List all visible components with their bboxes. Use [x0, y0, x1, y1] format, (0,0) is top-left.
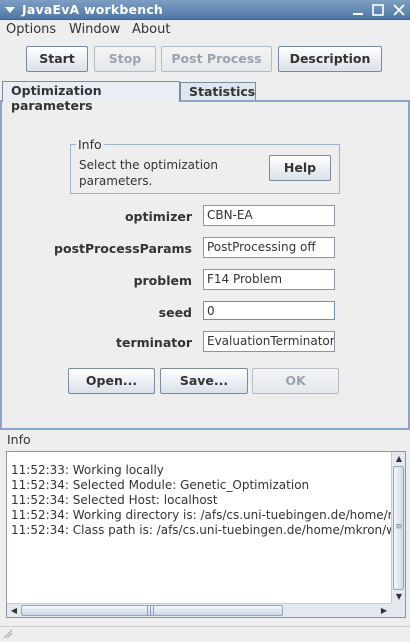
optimizer-field[interactable]: CBN-EA [203, 205, 335, 226]
window-menu-icon[interactable] [3, 3, 17, 17]
close-icon[interactable] [391, 2, 407, 18]
menu-bar: Options Window About [0, 20, 410, 41]
horizontal-scroll-thumb[interactable]: ||| [21, 605, 283, 616]
scroll-up-icon[interactable]: ▲ [393, 453, 405, 465]
scroll-down-icon[interactable]: ▼ [393, 591, 405, 603]
seed-label: seed [158, 305, 192, 320]
save-button[interactable]: Save... [160, 368, 248, 394]
tab-optimization-parameters[interactable]: Optimization parameters [2, 81, 180, 113]
title-bar[interactable]: JavaEvA workbench [0, 0, 410, 20]
log-line: 11:52:34: Selected Module: Genetic_Optim… [11, 478, 310, 492]
scroll-left-icon[interactable]: ◀ [8, 605, 20, 617]
horizontal-scrollbar[interactable]: ◀ ||| ▶ [7, 603, 393, 617]
status-bar [0, 626, 410, 642]
open-button[interactable]: Open... [68, 368, 155, 394]
seed-input[interactable]: 0 [203, 301, 335, 320]
vertical-scrollbar[interactable]: ▲ ≡ ▼ [391, 452, 405, 604]
info-group-legend: Info [76, 137, 104, 152]
log-text-area[interactable]: 11:52:33: Working locally 11:52:34: Sele… [6, 451, 406, 618]
post-process-params-field[interactable]: PostProcessing off [203, 237, 335, 258]
stop-button[interactable]: Stop [94, 46, 156, 72]
log-line: 11:52:34: Class path is: /afs/cs.uni-tue… [11, 523, 406, 537]
optimizer-label: optimizer [124, 209, 192, 224]
log-line: 11:52:33: Working locally [11, 463, 164, 477]
log-line: 11:52:34: Selected Host: localhost [11, 493, 218, 507]
problem-field[interactable]: F14 Problem [203, 269, 335, 290]
problem-label: problem [133, 273, 192, 288]
menu-about[interactable]: About [132, 22, 170, 37]
help-button[interactable]: Help [269, 155, 331, 181]
vertical-scroll-thumb[interactable]: ≡ [393, 466, 404, 590]
tab-statistics[interactable]: Statistics [180, 82, 256, 101]
info-group: Info Select the optimization parameters.… [70, 137, 340, 194]
terminator-field[interactable]: EvaluationTerminator [203, 331, 335, 352]
info-description: Select the optimization parameters. [79, 158, 219, 188]
grip-icon: ≡ [395, 522, 403, 532]
info-log-panel: Info 11:52:33: Working locally 11:52:34:… [0, 430, 410, 620]
terminator-label: terminator [116, 335, 192, 350]
ok-button[interactable]: OK [252, 368, 339, 394]
post-process-button[interactable]: Post Process [161, 46, 272, 72]
optimization-parameters-panel: Info Select the optimization parameters.… [0, 100, 410, 430]
tab-strip: Optimization parameters Statistics [0, 81, 410, 113]
info-log-legend: Info [7, 432, 31, 447]
grip-icon: ||| [146, 606, 156, 616]
scroll-corner [391, 603, 405, 617]
menu-window[interactable]: Window [69, 22, 120, 37]
window-title: JavaEvA workbench [22, 2, 164, 17]
maximize-icon[interactable] [370, 2, 386, 18]
menu-options[interactable]: Options [6, 22, 56, 37]
minimize-icon[interactable] [350, 2, 366, 18]
description-button[interactable]: Description [278, 46, 382, 72]
resize-grip-icon[interactable] [3, 629, 13, 639]
log-line: 11:52:34: Working directory is: /afs/cs.… [11, 508, 406, 522]
start-button[interactable]: Start [26, 46, 88, 72]
scroll-right-icon[interactable]: ▶ [378, 605, 390, 617]
post-process-params-label: postProcessParams [54, 241, 192, 256]
